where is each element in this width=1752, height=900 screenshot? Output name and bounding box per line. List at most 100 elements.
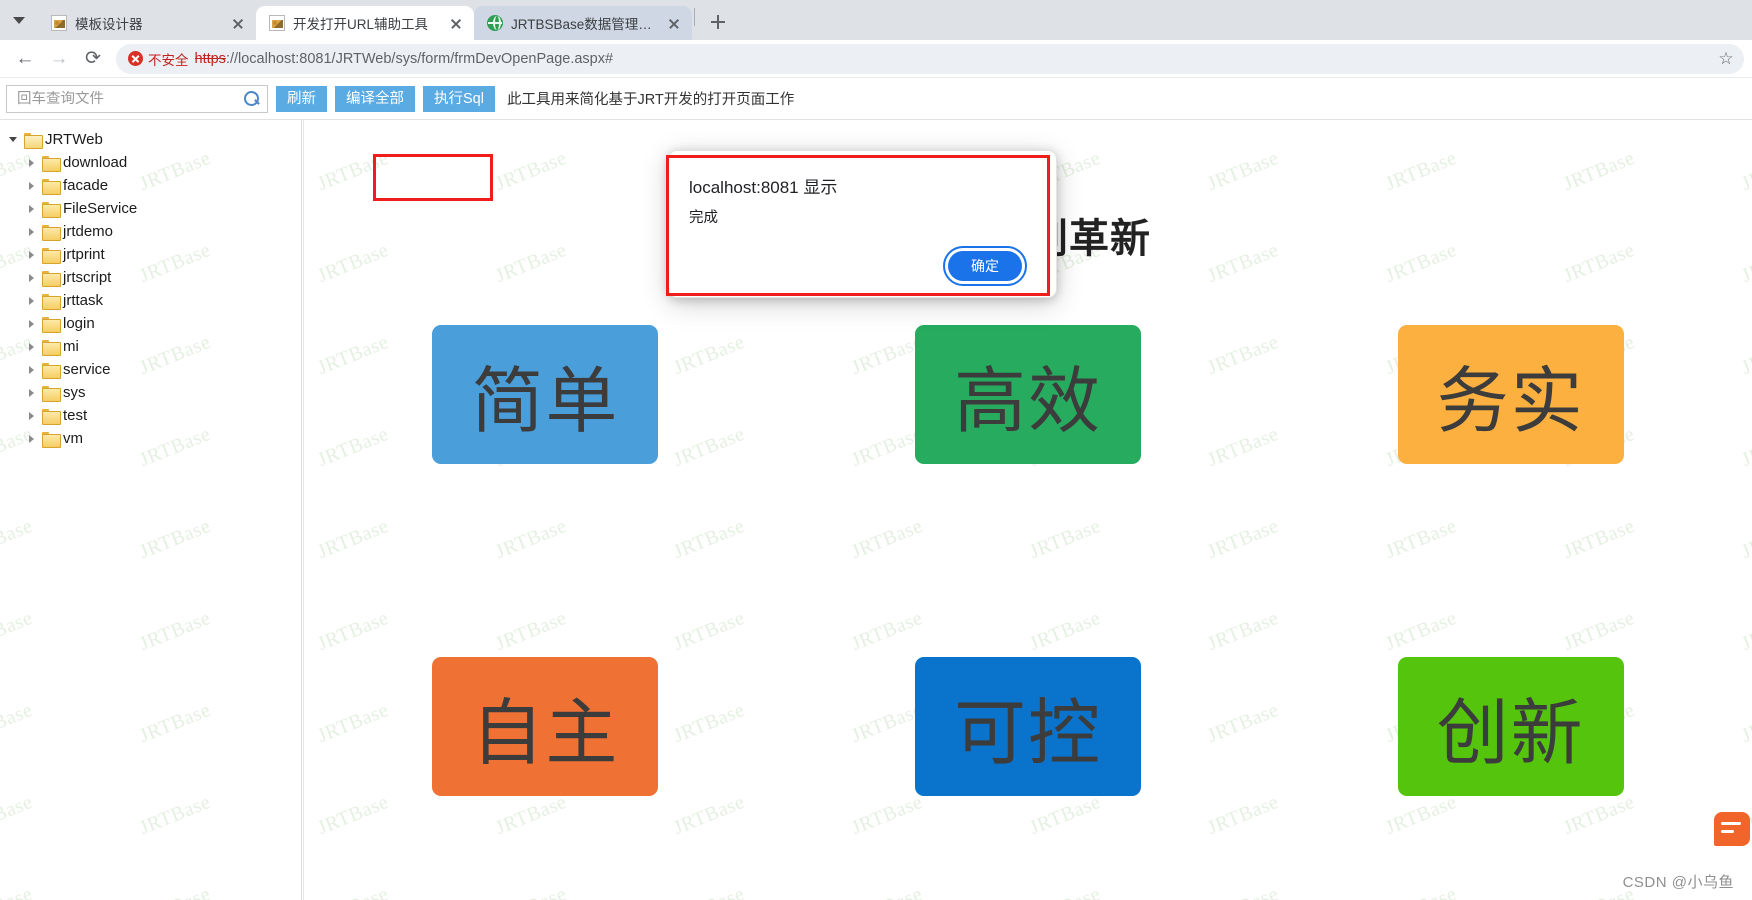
bookmark-star-icon[interactable]: ☆ xyxy=(1712,45,1740,73)
folder-icon xyxy=(42,293,61,310)
tree-node-label: download xyxy=(63,154,128,171)
chevron-collapsed-icon[interactable] xyxy=(26,364,38,376)
chat-bubble-icon[interactable] xyxy=(1714,812,1750,846)
app-favicon xyxy=(50,15,67,32)
feature-card-grid: 简单 高效 务实 自主 可控 创新 xyxy=(304,325,1752,796)
chevron-collapsed-icon[interactable] xyxy=(26,249,38,261)
tab-close-icon[interactable] xyxy=(228,13,248,33)
tree-node-label: test xyxy=(63,407,88,424)
tree-children: download facade FileService jrtdemo jrtprint… xyxy=(0,151,301,450)
folder-icon xyxy=(42,362,61,379)
address-bar[interactable]: 不安全 https://localhost:8081/JRTWeb/sys/fo… xyxy=(116,43,1744,74)
tree-node-label: login xyxy=(63,315,95,332)
chevron-down-icon xyxy=(13,16,25,24)
chevron-collapsed-icon[interactable] xyxy=(26,272,38,284)
tree-node-jrtscript[interactable]: jrtscript xyxy=(0,266,301,289)
tab-strip: 模板设计器 开发打开URL辅助工具 JRTBSBase数据管理工具 xyxy=(0,0,1752,40)
tree-node-label: JRTWeb xyxy=(45,131,103,148)
chevron-collapsed-icon[interactable] xyxy=(26,318,38,330)
globe-favicon xyxy=(486,15,503,32)
execute-sql-wrapper: 执行Sql xyxy=(423,85,495,112)
tree-node-login[interactable]: login xyxy=(0,312,301,335)
tree-node-label: service xyxy=(63,361,111,378)
tab-title: 模板设计器 xyxy=(75,17,143,32)
forward-button[interactable]: → xyxy=(42,42,76,76)
tab-close-icon[interactable] xyxy=(446,13,466,33)
dialog-confirm-button[interactable]: 确定 xyxy=(943,246,1027,286)
chevron-collapsed-icon[interactable] xyxy=(26,226,38,238)
compile-all-button[interactable]: 编译全部 xyxy=(335,85,415,112)
page-viewport: JRTBase JRTBase JRTBase JRTBase JRTBase JRTBa… xyxy=(0,78,1752,900)
security-indicator[interactable]: 不安全 xyxy=(128,49,189,69)
chevron-collapsed-icon[interactable] xyxy=(26,387,38,399)
dialog-origin-label: localhost:8081 显示 xyxy=(689,178,838,197)
javascript-alert-dialog: localhost:8081 显示 完成 确定 xyxy=(668,150,1057,298)
tree-node-label: sys xyxy=(63,384,86,401)
chevron-collapsed-icon[interactable] xyxy=(26,180,38,192)
url-path: ://localhost:8081/JRTWeb/sys/form/frmDev… xyxy=(225,50,614,67)
tab-divider xyxy=(694,7,695,26)
url-text: https://localhost:8081/JRTWeb/sys/form/f… xyxy=(195,51,614,67)
browser-tab-1[interactable]: 开发打开URL辅助工具 xyxy=(256,6,474,40)
chevron-collapsed-icon[interactable] xyxy=(26,410,38,422)
browser-window: 模板设计器 开发打开URL辅助工具 JRTBSBase数据管理工具 ← → ⟳ … xyxy=(0,0,1752,900)
feature-card-6: 创新 xyxy=(1397,657,1624,796)
tab-close-icon[interactable] xyxy=(664,13,684,33)
tab-title: JRTBSBase数据管理工具 xyxy=(511,17,656,32)
search-icon[interactable] xyxy=(243,90,261,108)
url-scheme: https xyxy=(194,50,226,67)
search-input[interactable] xyxy=(17,90,243,107)
folder-icon xyxy=(42,224,61,241)
chevron-collapsed-icon[interactable] xyxy=(26,341,38,353)
not-secure-icon xyxy=(128,51,143,66)
tree-node-sys[interactable]: sys xyxy=(0,381,301,404)
feature-card-5: 可控 xyxy=(914,657,1141,796)
tree-node-test[interactable]: test xyxy=(0,404,301,427)
chevron-collapsed-icon[interactable] xyxy=(26,433,38,445)
tree-node-root[interactable]: JRTWeb xyxy=(0,128,301,151)
tree-node-mi[interactable]: mi xyxy=(0,335,301,358)
folder-icon xyxy=(42,316,61,333)
tree-node-jrtdemo[interactable]: jrtdemo xyxy=(0,220,301,243)
browser-tab-0[interactable]: 模板设计器 xyxy=(38,6,256,40)
tab-search-button[interactable] xyxy=(0,0,38,40)
chevron-collapsed-icon[interactable] xyxy=(26,157,38,169)
feature-card-1: 简单 xyxy=(432,325,659,464)
tree-node-label: jrtscript xyxy=(63,269,112,286)
reload-button[interactable]: ⟳ xyxy=(76,42,110,76)
folder-icon xyxy=(42,431,61,448)
csdn-credit: CSDN @小乌鱼 xyxy=(1622,874,1734,891)
security-label: 不安全 xyxy=(148,52,189,68)
app-favicon xyxy=(268,15,285,32)
browser-toolbar: ← → ⟳ 不安全 https://localhost:8081/JRTWeb/… xyxy=(0,40,1752,78)
refresh-button[interactable]: 刷新 xyxy=(276,85,327,112)
chevron-collapsed-icon[interactable] xyxy=(26,203,38,215)
back-button[interactable]: ← xyxy=(8,42,42,76)
tree-node-label: mi xyxy=(63,338,79,355)
folder-open-icon xyxy=(24,132,43,149)
tree-node-vm[interactable]: vm xyxy=(0,427,301,450)
tree-node-jrttask[interactable]: jrttask xyxy=(0,289,301,312)
tree-node-label: jrttask xyxy=(63,292,104,309)
tree-node-facade[interactable]: facade xyxy=(0,174,301,197)
app-toolbar: 刷新 编译全部 执行Sql 此工具用来简化基于JRT开发的打开页面工作 xyxy=(0,78,1752,120)
tree-node-label: vm xyxy=(63,430,83,447)
file-search-box[interactable] xyxy=(6,84,268,113)
tree-node-download[interactable]: download xyxy=(0,151,301,174)
tree-node-service[interactable]: service xyxy=(0,358,301,381)
tree-node-label: FileService xyxy=(63,200,138,217)
tree-node-fileservice[interactable]: FileService xyxy=(0,197,301,220)
new-tab-button[interactable] xyxy=(703,7,733,37)
folder-icon xyxy=(42,385,61,402)
tree-node-jrtprint[interactable]: jrtprint xyxy=(0,243,301,266)
browser-tab-2[interactable]: JRTBSBase数据管理工具 xyxy=(474,6,692,40)
chevron-collapsed-icon[interactable] xyxy=(26,295,38,307)
execute-sql-button[interactable]: 执行Sql xyxy=(423,85,495,112)
dialog-message: 完成 xyxy=(689,210,718,226)
folder-icon xyxy=(42,201,61,218)
file-tree-panel[interactable]: JRTWeb download facade FileService jrtdemo j… xyxy=(0,120,302,900)
chevron-expanded-icon[interactable] xyxy=(8,134,20,146)
folder-icon xyxy=(42,339,61,356)
tab-title: 开发打开URL辅助工具 xyxy=(293,17,429,32)
folder-icon xyxy=(42,408,61,425)
